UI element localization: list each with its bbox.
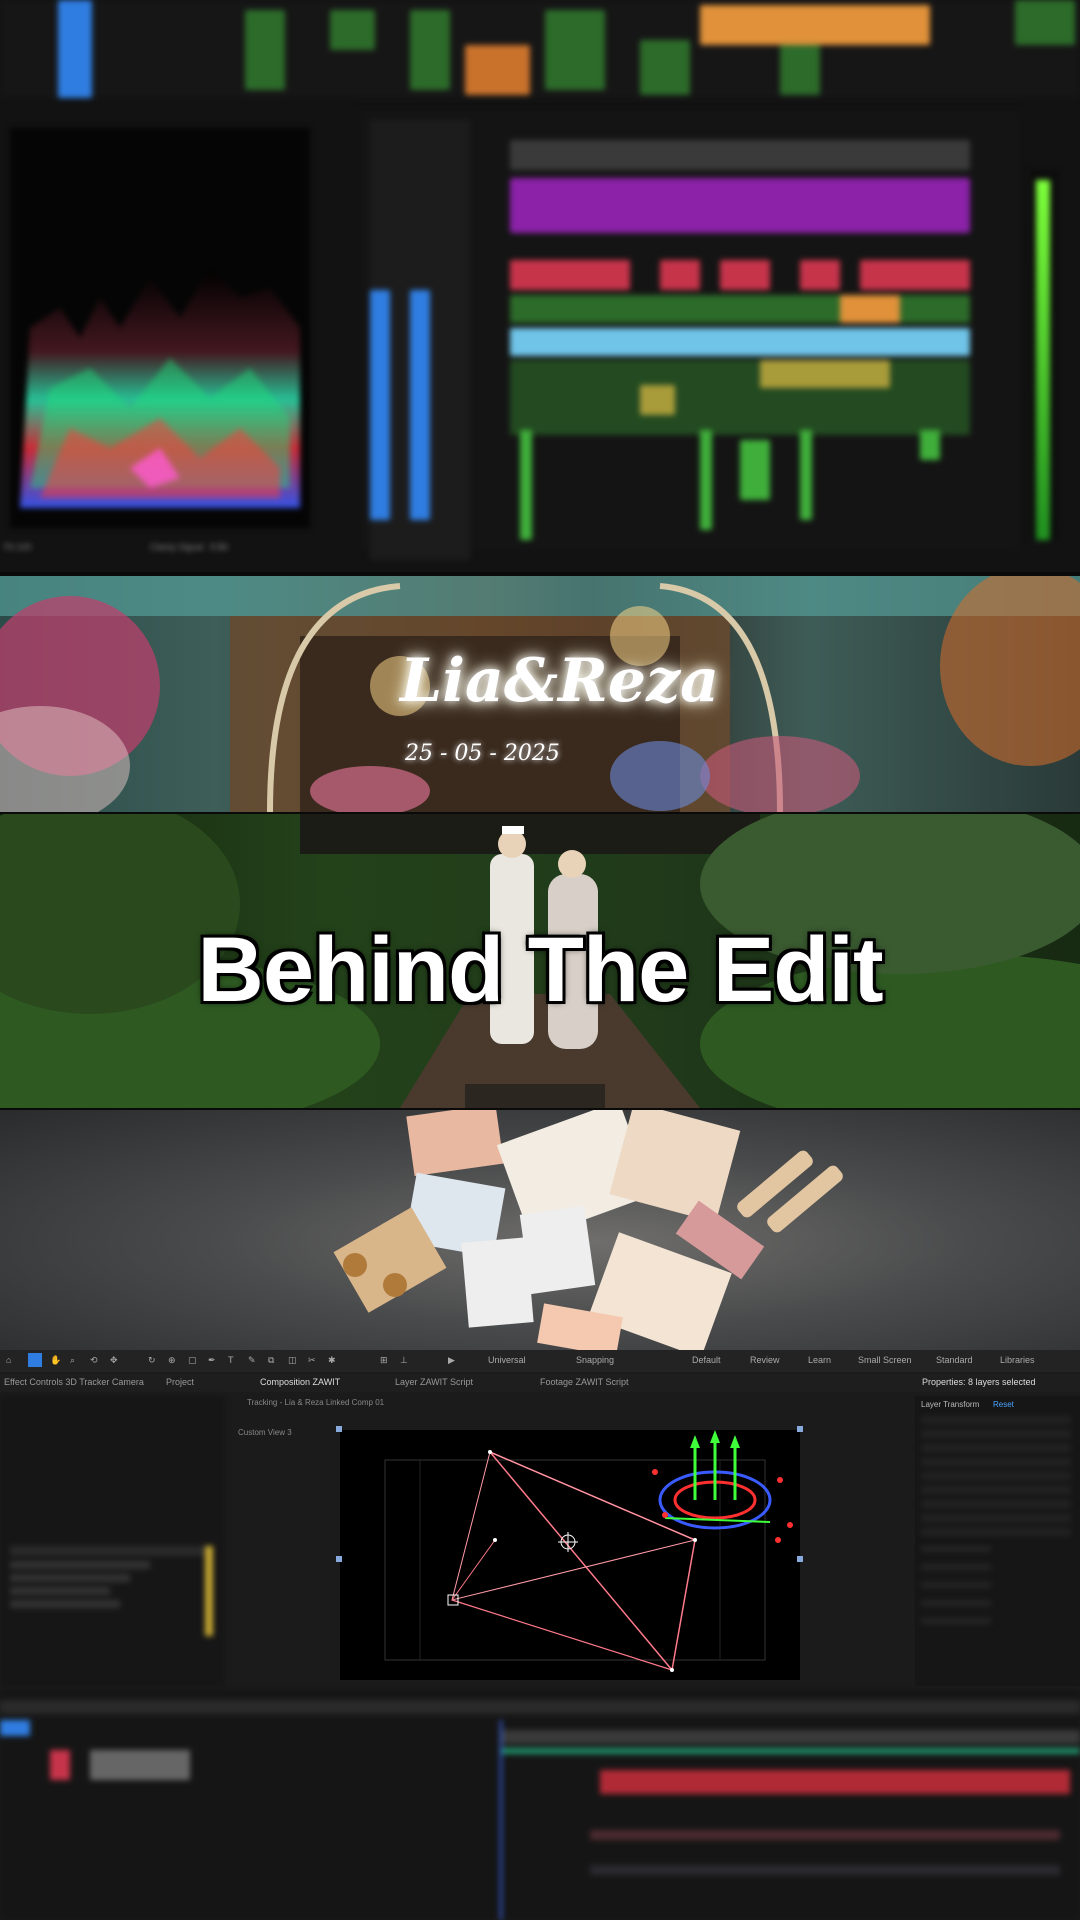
comp-handle-tl[interactable]: [336, 1426, 342, 1432]
workspace-learn[interactable]: Learn: [808, 1355, 831, 1365]
workspace-libraries[interactable]: Libraries: [1000, 1355, 1035, 1365]
orbit-tool-icon[interactable]: ⟲: [90, 1355, 98, 1366]
pan-tool-icon[interactable]: ✥: [110, 1355, 118, 1366]
axis-local-icon[interactable]: ⊞: [380, 1355, 388, 1366]
tracker-points-cluster: [652, 1430, 793, 1543]
anchor-tool-icon[interactable]: ⊕: [168, 1355, 176, 1366]
tab-project[interactable]: Project: [166, 1377, 194, 1387]
project-panel[interactable]: [0, 1396, 225, 1686]
home-icon[interactable]: ⌂: [6, 1355, 11, 1365]
brush-tool-icon[interactable]: ✎: [248, 1355, 256, 1366]
comp-view-label: Custom View 3: [238, 1428, 292, 1437]
selection-tool-icon[interactable]: [28, 1353, 42, 1367]
premiere-editor-panel: Fit 100 Clamp Signal 8 Bit: [0, 0, 1080, 572]
workspace-review[interactable]: Review: [750, 1355, 780, 1365]
comp-breadcrumb[interactable]: Tracking - Lia & Reza Linked Comp 01: [235, 1396, 915, 1412]
scope-footer: Fit 100 Clamp Signal 8 Bit: [0, 538, 330, 558]
layer-transform-label: Layer Transform: [921, 1400, 980, 1409]
tab-effect-controls[interactable]: Effect Controls 3D Tracker Camera: [4, 1377, 144, 1387]
tab-layer[interactable]: Layer ZAWIT Script: [395, 1377, 473, 1387]
comp-breadcrumb-label[interactable]: Tracking - Lia & Reza Linked Comp 01: [247, 1398, 384, 1407]
tab-properties[interactable]: Properties: 8 layers selected: [922, 1377, 1036, 1387]
after-effects-workspace: ⌂ ✋ ⌕ ⟲ ✥ ↻ ⊕ ▢ ✒ T ✎ ⧉ ◫ ✂ ✱ ⊞ ⊥ ▶ Univ…: [0, 1350, 1080, 1920]
top-track-strip: [0, 0, 1080, 98]
comp-handle-mr[interactable]: [797, 1556, 803, 1562]
rotate-tool-icon[interactable]: ↻: [148, 1355, 156, 1366]
workspace-standard[interactable]: Standard: [936, 1355, 973, 1365]
camera-tracker-graphic: [384, 1430, 793, 1672]
workspace-default[interactable]: Default: [692, 1355, 721, 1365]
comp-handle-ml[interactable]: [336, 1556, 342, 1562]
puppet-tool-icon[interactable]: ✱: [328, 1355, 336, 1366]
rgb-parade-scope: [10, 128, 310, 528]
hand-tool-icon[interactable]: ✋: [50, 1355, 61, 1366]
scope-mode[interactable]: Clamp Signal: [150, 542, 204, 552]
tab-composition[interactable]: Composition ZAWIT: [260, 1377, 340, 1387]
couple-names-sign: Lia&Reza: [400, 646, 720, 716]
flatlay-scene-graphic: [333, 1110, 843, 1350]
snapping-label[interactable]: Snapping: [576, 1355, 614, 1365]
composition-viewer[interactable]: [340, 1430, 800, 1680]
garden-walk-shot: Behind The Edit: [0, 814, 1080, 1108]
wedding-date-sign: 25 - 05 - 2025: [405, 741, 560, 766]
ae-toolbar: ⌂ ✋ ⌕ ⟲ ✥ ↻ ⊕ ▢ ✒ T ✎ ⧉ ◫ ✂ ✱ ⊞ ⊥ ▶ Univ…: [0, 1350, 1080, 1372]
workspace-small-screen[interactable]: Small Screen: [858, 1355, 912, 1365]
zoom-tool-icon[interactable]: ⌕: [70, 1355, 75, 1366]
scope-zoom: Fit 100: [4, 542, 32, 552]
tab-footage[interactable]: Footage ZAWIT Script: [540, 1377, 629, 1387]
invitation-flatlay-shot: [0, 1110, 1080, 1350]
type-tool-icon[interactable]: T: [228, 1355, 234, 1365]
snap-universal-label[interactable]: Universal: [488, 1355, 526, 1365]
behind-the-edit-headline: Behind The Edit: [197, 919, 883, 1021]
pen-tool-icon[interactable]: ✒: [208, 1355, 216, 1366]
ae-panel-tabs: Effect Controls 3D Tracker Camera Projec…: [0, 1374, 1080, 1392]
audio-level-meter: [1030, 170, 1058, 540]
roto-tool-icon[interactable]: ✂: [308, 1355, 316, 1366]
properties-panel[interactable]: Layer Transform Reset: [915, 1396, 1080, 1686]
premiere-timeline[interactable]: [360, 110, 1020, 560]
mask-tool-icon[interactable]: ▢: [188, 1355, 197, 1366]
axis-world-icon[interactable]: ⊥: [400, 1355, 408, 1366]
ae-timeline[interactable]: [0, 1690, 1080, 1920]
reset-link[interactable]: Reset: [993, 1400, 1014, 1409]
clone-tool-icon[interactable]: ⧉: [268, 1355, 274, 1366]
snap-universal-icon[interactable]: ▶: [448, 1355, 455, 1366]
scope-bits[interactable]: 8 Bit: [210, 542, 228, 552]
eraser-tool-icon[interactable]: ◫: [288, 1355, 297, 1366]
comp-handle-tr[interactable]: [797, 1426, 803, 1432]
wedding-stage-shot: Lia&Reza 25 - 05 - 2025: [0, 576, 1080, 812]
